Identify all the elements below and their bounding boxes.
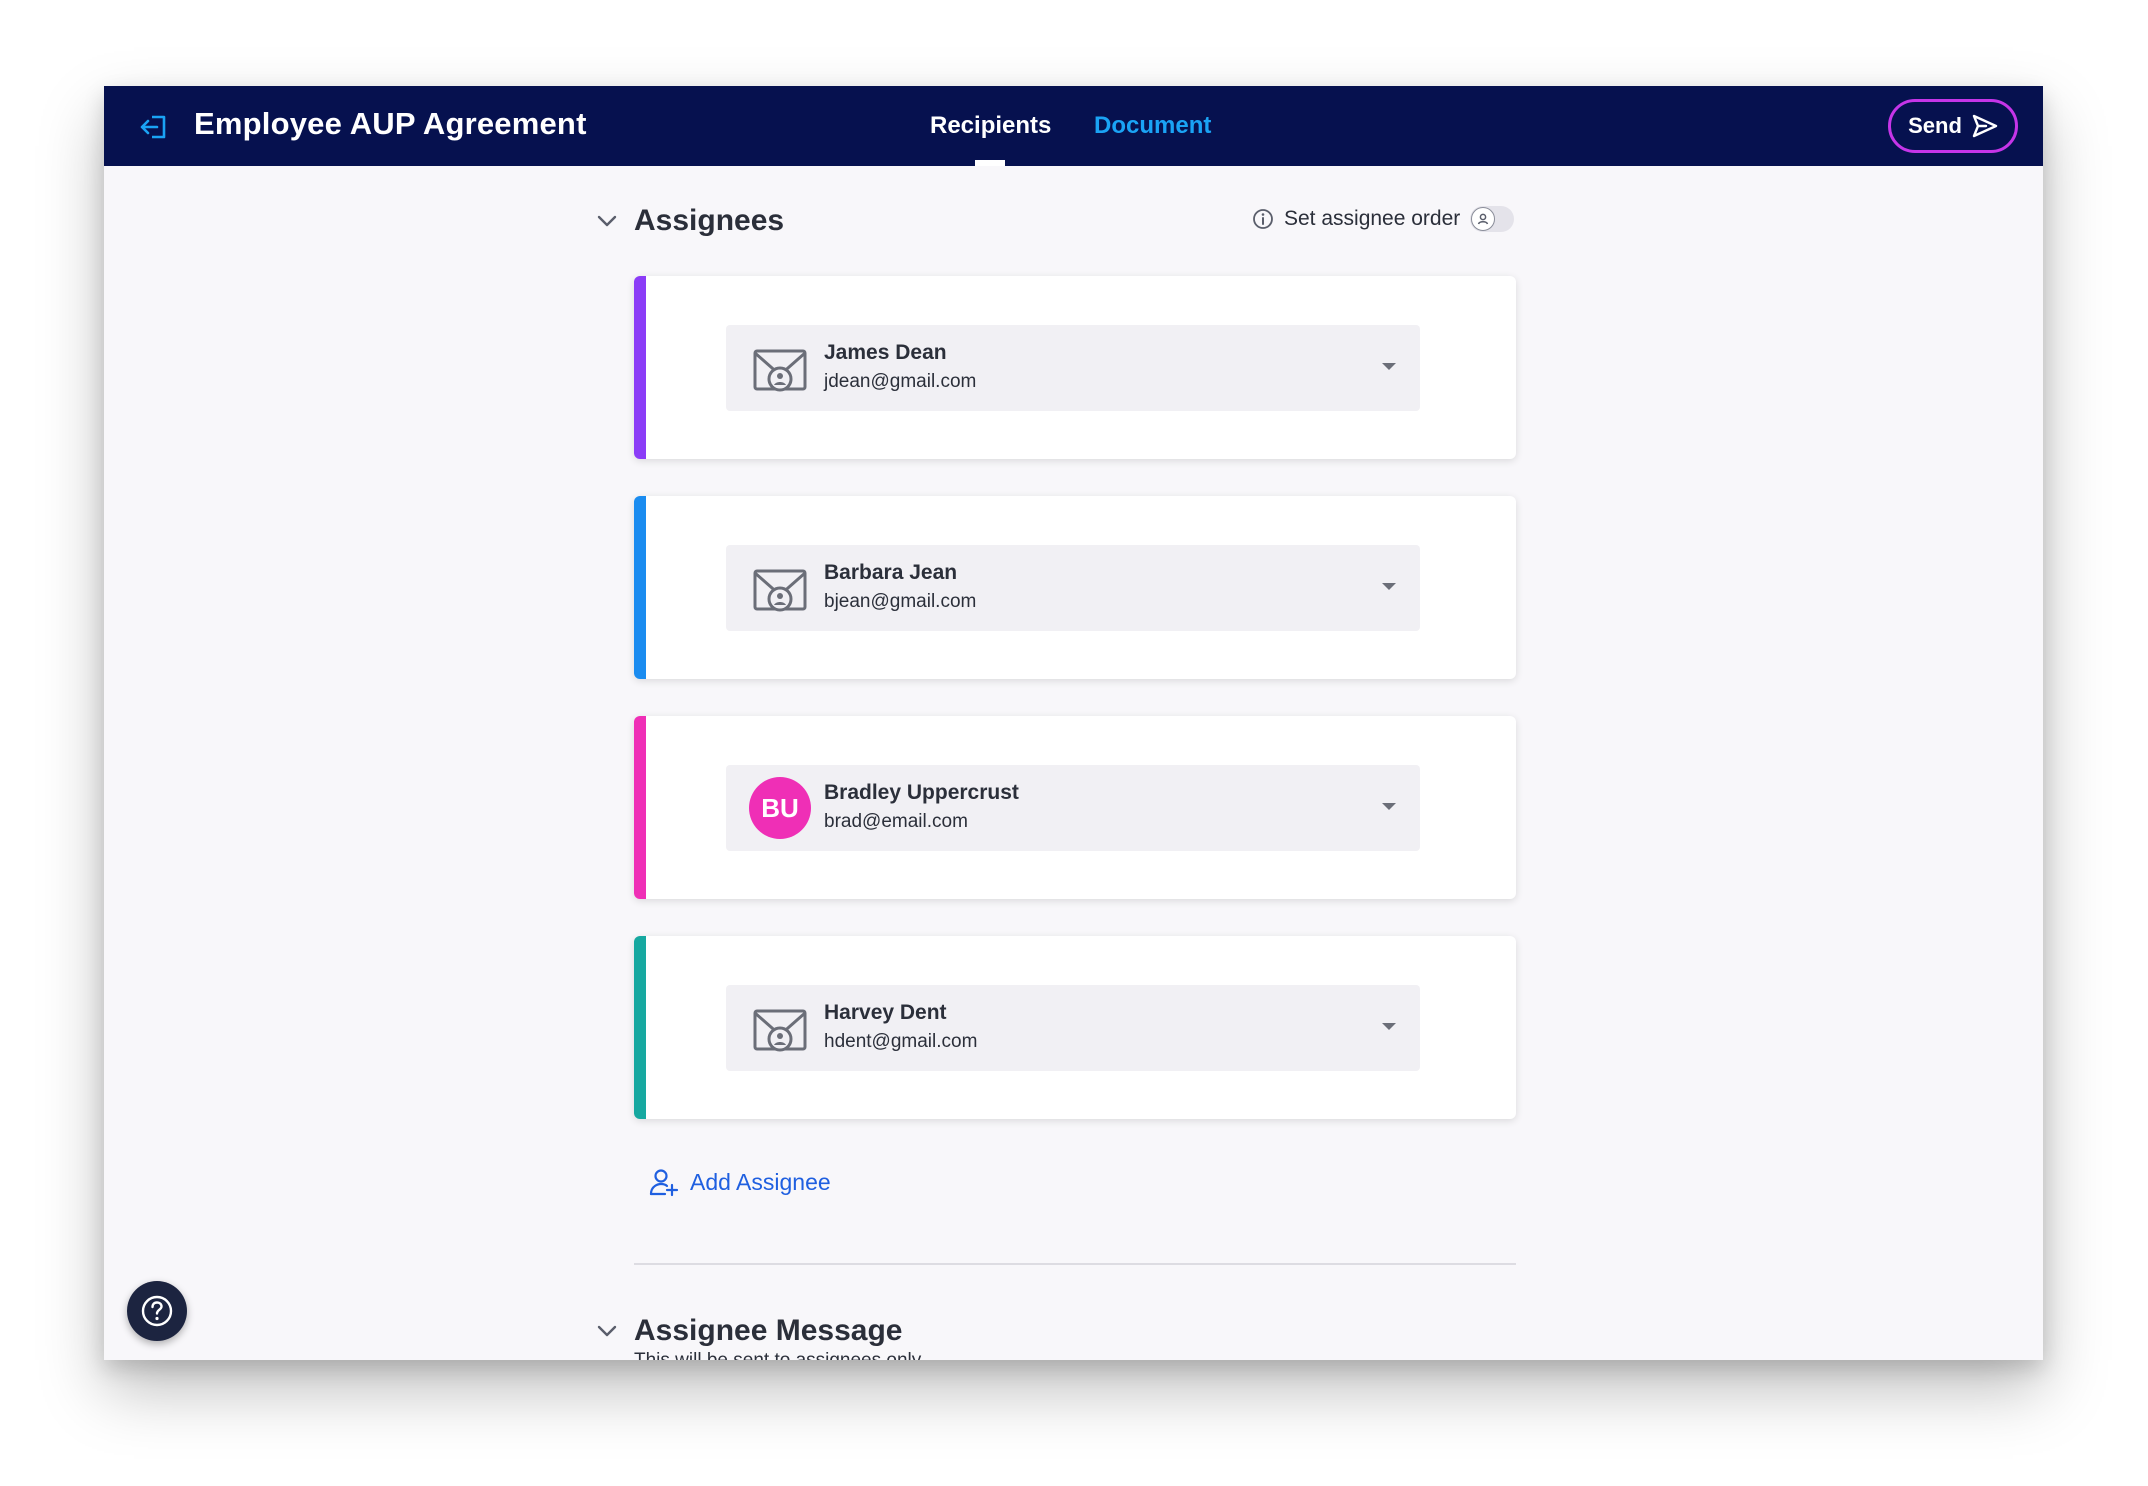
dropdown-caret-icon <box>1382 1023 1396 1030</box>
assignee-message-header: Assignee Message <box>594 1314 902 1348</box>
document-title: Employee AUP Agreement <box>194 106 587 141</box>
mail-avatar-icon <box>753 349 807 392</box>
assignee-select[interactable]: James Dean jdean@gmail.com <box>726 325 1420 411</box>
top-bar: Employee AUP Agreement Recipients Docume… <box>104 86 2043 166</box>
assignee-order-control: Set assignee order <box>1252 206 1515 232</box>
exit-icon[interactable] <box>138 111 170 143</box>
assignee-color-bar <box>634 936 646 1119</box>
section-divider <box>634 1263 1516 1265</box>
assignee-name: Bradley Uppercrust <box>824 781 1019 804</box>
assignee-select[interactable]: Harvey Dent hdent@gmail.com <box>726 985 1420 1071</box>
help-icon <box>141 1295 173 1327</box>
send-button[interactable]: Send <box>1888 99 2018 153</box>
assignee-color-bar <box>634 496 646 679</box>
assignees-header: Assignees <box>594 204 784 238</box>
assignee-name: James Dean <box>824 341 947 364</box>
assignee-email: hdent@gmail.com <box>824 1031 978 1052</box>
assignee-message-subtitle: This will be sent to assignees only <box>634 1350 921 1360</box>
mail-avatar-icon <box>753 1009 807 1052</box>
dropdown-caret-icon <box>1382 583 1396 590</box>
assignee-color-bar <box>634 276 646 459</box>
assignee-card: BU Bradley Uppercrust brad@email.com <box>634 716 1516 899</box>
active-tab-indicator <box>975 160 1005 166</box>
assignees-title: Assignees <box>634 204 785 237</box>
tab-recipients[interactable]: Recipients <box>930 112 1051 140</box>
send-icon <box>1972 114 1998 138</box>
add-assignee-button[interactable]: Add Assignee <box>648 1166 831 1198</box>
info-icon <box>1253 209 1273 229</box>
initials-avatar: BU <box>749 777 811 839</box>
tab-document[interactable]: Document <box>1094 112 1211 140</box>
assignee-card: Barbara Jean bjean@gmail.com <box>634 496 1516 679</box>
assignee-message-title: Assignee Message <box>634 1314 903 1347</box>
assignee-email: bjean@gmail.com <box>824 591 977 612</box>
chevron-down-icon[interactable] <box>594 1318 620 1344</box>
assignee-card: Harvey Dent hdent@gmail.com <box>634 936 1516 1119</box>
assignee-color-bar <box>634 716 646 899</box>
order-toggle[interactable] <box>1470 206 1515 232</box>
chevron-down-icon[interactable] <box>594 208 620 234</box>
send-label: Send <box>1908 113 1962 138</box>
assignee-email: jdean@gmail.com <box>824 371 977 392</box>
dropdown-caret-icon <box>1382 363 1396 370</box>
dropdown-caret-icon <box>1382 803 1396 810</box>
assignee-name: Barbara Jean <box>824 561 958 584</box>
assignee-card: James Dean jdean@gmail.com <box>634 276 1516 459</box>
app-window: Employee AUP Agreement Recipients Docume… <box>104 86 2043 1360</box>
mail-avatar-icon <box>753 569 807 612</box>
assignee-select[interactable]: BU Bradley Uppercrust brad@email.com <box>726 765 1420 851</box>
order-label: Set assignee order <box>1284 207 1461 230</box>
user-icon <box>1471 207 1496 231</box>
help-button[interactable] <box>127 1281 187 1341</box>
add-user-icon <box>649 1169 679 1197</box>
assignee-name: Harvey Dent <box>824 1001 947 1024</box>
add-assignee-label: Add Assignee <box>690 1168 831 1195</box>
assignee-select[interactable]: Barbara Jean bjean@gmail.com <box>726 545 1420 631</box>
assignee-email: brad@email.com <box>824 811 968 832</box>
